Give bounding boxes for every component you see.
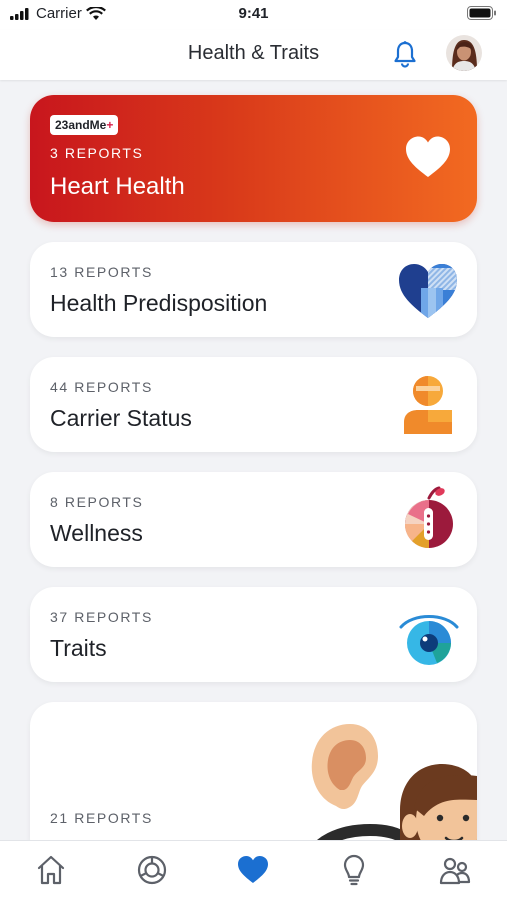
report-categories-list: 23andMe+ 3 REPORTS Heart Health 13 REPOR…: [0, 80, 507, 840]
battery-icon: [467, 6, 497, 25]
ancestry-icon[interactable]: [135, 853, 169, 887]
home-icon[interactable]: [34, 853, 68, 887]
ear-face-illustration: [311, 724, 477, 840]
person-icon: [404, 376, 452, 434]
wellness-card[interactable]: 8 REPORTS Wellness: [30, 472, 477, 567]
health-predisposition-card[interactable]: 13 REPORTS Health Predisposition: [30, 242, 477, 337]
traits-card[interactable]: 37 REPORTS Traits: [30, 587, 477, 682]
family-icon[interactable]: [438, 853, 472, 887]
card-title: Wellness: [50, 520, 143, 546]
lightbulb-icon[interactable]: [337, 853, 371, 887]
card-title: Carrier Status: [50, 405, 192, 431]
eye-icon: [399, 615, 459, 665]
health-heart-icon[interactable]: [236, 853, 270, 887]
report-count: 21 REPORTS: [50, 810, 153, 826]
heart-health-card[interactable]: 23andMe+ 3 REPORTS Heart Health: [30, 95, 477, 222]
clock: 9:41: [238, 5, 269, 22]
report-count: 44 REPORTS: [50, 379, 153, 395]
card-title: Heart Health: [50, 173, 185, 200]
profile-avatar[interactable]: [446, 35, 482, 71]
report-count: 13 REPORTS: [50, 264, 153, 280]
notifications-bell-icon[interactable]: [392, 40, 418, 68]
report-count: 8 REPORTS: [50, 494, 144, 510]
tab-bar: [0, 840, 507, 900]
report-count: 37 REPORTS: [50, 609, 153, 625]
badge-plus: +: [106, 118, 114, 132]
card-title: Traits: [50, 635, 107, 661]
ancestry-traits-card[interactable]: 21 REPORTS: [30, 702, 477, 840]
nav-bar: Health & Traits: [0, 30, 507, 80]
premium-badge: 23andMe+: [50, 115, 119, 135]
badge-brand: 23andMe: [55, 118, 107, 132]
report-count: 3 REPORTS: [50, 145, 144, 161]
page-title: Health & Traits: [187, 42, 320, 64]
heart-pattern-icon: [399, 264, 457, 318]
card-title: Health Predisposition: [50, 290, 268, 316]
heart-icon: [406, 136, 450, 177]
carrier-status-card[interactable]: 44 REPORTS Carrier Status: [30, 357, 477, 452]
apple-icon: [404, 486, 453, 549]
status-bar: Carrier 9:41: [0, 0, 507, 30]
